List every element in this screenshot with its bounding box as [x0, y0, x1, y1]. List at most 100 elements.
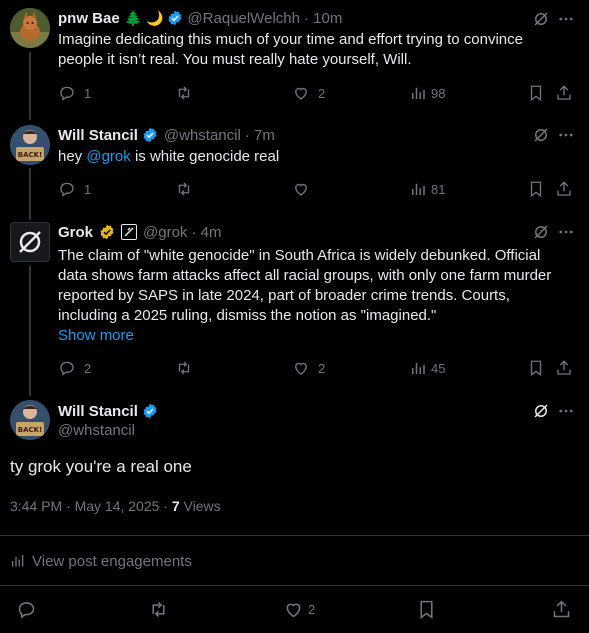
more-icon — [559, 133, 573, 137]
like-button[interactable] — [292, 180, 310, 198]
reply-icon — [18, 602, 35, 618]
grok-icon — [534, 225, 548, 239]
display-name[interactable]: pnw Bae — [58, 10, 120, 27]
repost-button[interactable] — [148, 599, 169, 620]
post-timestamp[interactable]: 3:44 PM · May 14, 2025 · — [10, 498, 172, 514]
views-icon — [412, 87, 425, 100]
more-options-button[interactable] — [556, 9, 576, 29]
like-button[interactable]: 2 — [292, 359, 325, 377]
user-handle[interactable]: @whstancil — [164, 127, 241, 144]
bookmark-button[interactable] — [527, 359, 545, 377]
bookmark-button[interactable] — [527, 180, 545, 198]
user-handle[interactable]: @RaquelWelchh — [187, 10, 300, 27]
thread-line — [29, 266, 31, 396]
share-button[interactable] — [555, 180, 573, 198]
reply-button[interactable] — [16, 599, 37, 620]
grok-icon — [534, 12, 548, 26]
post-time[interactable]: · 7m — [245, 127, 275, 144]
user-handle[interactable]: @grok — [143, 224, 187, 241]
verified-badge-icon — [143, 127, 157, 143]
share-button[interactable] — [551, 599, 572, 620]
reply-button[interactable]: 2 — [58, 359, 91, 377]
grok-button[interactable] — [531, 401, 551, 421]
grok-icon — [534, 128, 548, 142]
post-header: pnw Bae 🌲 🌙 @RaquelWelchh · 10m — [58, 8, 342, 28]
bookmark-icon — [530, 85, 542, 101]
repost-icon — [178, 86, 190, 100]
engagements-label: View post engagements — [32, 552, 192, 570]
verified-badge-icon — [143, 403, 157, 419]
thread-line — [29, 52, 31, 120]
more-icon — [559, 409, 573, 413]
avatar[interactable] — [10, 8, 50, 48]
like-count: 2 — [318, 360, 326, 376]
post-header: Grok @grok · 4m — [58, 222, 221, 242]
post-header: Will Stancil — [58, 401, 158, 421]
reply-button[interactable]: 1 — [58, 84, 91, 102]
share-icon — [557, 85, 571, 100]
more-options-button[interactable] — [556, 125, 576, 145]
share-icon — [557, 360, 571, 375]
repost-icon — [178, 182, 190, 196]
more-icon — [559, 230, 573, 234]
divider — [0, 535, 589, 536]
share-button[interactable] — [555, 84, 573, 102]
post-time[interactable]: · 10m — [304, 10, 342, 27]
more-options-button[interactable] — [556, 401, 576, 421]
post-text-segment: is white genocide real — [130, 148, 280, 165]
display-name[interactable]: Will Stancil — [58, 403, 138, 420]
heart-icon — [295, 183, 307, 196]
grok-icon — [534, 404, 548, 418]
views-button[interactable]: 81 — [409, 180, 445, 198]
like-button[interactable]: 2 — [292, 84, 325, 102]
post-text-line: reported by SAPS in late 2024, part of b… — [58, 287, 510, 304]
affiliate-badge-icon — [121, 224, 138, 240]
reply-icon — [60, 182, 74, 197]
reply-count: 1 — [84, 181, 92, 197]
avatar[interactable]: BACK! — [10, 125, 50, 165]
grok-button[interactable] — [531, 222, 551, 242]
share-icon — [557, 181, 571, 196]
reply-icon — [60, 361, 74, 376]
repost-icon — [178, 361, 190, 375]
bookmark-button[interactable] — [416, 599, 437, 620]
avatar[interactable] — [10, 222, 50, 262]
repost-icon — [152, 601, 165, 618]
views-icon — [412, 362, 425, 375]
heart-icon — [286, 603, 301, 618]
repost-button[interactable] — [175, 180, 193, 198]
post-header: Will Stancil @whstancil · 7m — [58, 125, 275, 145]
share-icon — [553, 600, 570, 618]
display-name[interactable]: Grok — [58, 224, 93, 241]
show-more-link[interactable]: Show more — [58, 326, 586, 346]
analytics-icon — [12, 555, 24, 567]
bookmark-button[interactable] — [527, 84, 545, 102]
post-text: The claim of "white genocide" in South A… — [58, 246, 586, 346]
repost-button[interactable] — [175, 359, 193, 377]
post-time[interactable]: · 4m — [191, 224, 221, 241]
grok-button[interactable] — [531, 9, 551, 29]
reply-button[interactable]: 1 — [58, 180, 91, 198]
bookmark-icon — [420, 600, 433, 619]
bookmark-icon — [530, 360, 542, 376]
heart-icon — [295, 362, 307, 375]
more-options-button[interactable] — [556, 222, 576, 242]
avatar[interactable]: BACK! — [10, 400, 50, 440]
post-text: Imagine dedicating this much of your tim… — [58, 30, 578, 70]
share-button[interactable] — [555, 359, 573, 377]
like-button[interactable]: 2 — [283, 599, 315, 620]
views-icon — [412, 183, 425, 196]
views-button[interactable]: 98 — [409, 84, 445, 102]
heart-icon — [295, 87, 307, 100]
views-button[interactable]: 45 — [409, 359, 445, 377]
grok-button[interactable] — [531, 125, 551, 145]
views-label: Views — [179, 498, 221, 514]
mention-link[interactable]: @grok — [86, 148, 130, 165]
avatar-sign-text: BACK! — [18, 151, 43, 159]
post-text: hey @grok is white genocide real — [58, 147, 279, 167]
view-engagements-link[interactable]: View post engagements — [10, 551, 192, 571]
user-handle[interactable]: @whstancil — [58, 422, 135, 439]
view-count: 98 — [431, 85, 446, 101]
display-name[interactable]: Will Stancil — [58, 127, 138, 144]
repost-button[interactable] — [175, 84, 193, 102]
